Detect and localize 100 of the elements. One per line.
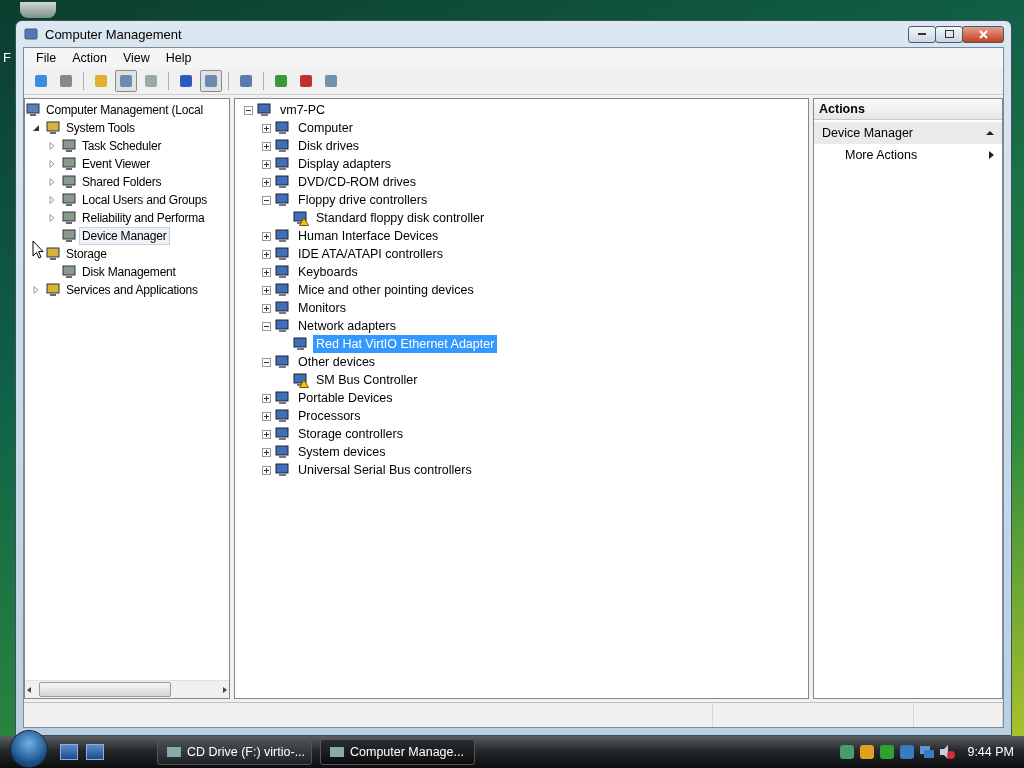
device-item[interactable]: Portable Devices	[295, 389, 396, 407]
expand-icon[interactable]	[261, 123, 271, 133]
tree-item[interactable]: Task Scheduler	[79, 137, 165, 155]
toolbar-icon	[298, 73, 314, 89]
expand-icon[interactable]	[261, 447, 271, 457]
expand-icon[interactable]	[261, 177, 271, 187]
collapse-icon[interactable]	[261, 357, 271, 367]
maximize-icon	[944, 30, 954, 38]
actions-header: Actions	[814, 99, 1002, 120]
collapsed-arrow-icon[interactable]	[48, 160, 56, 168]
collapse-icon[interactable]	[261, 195, 271, 205]
device-item[interactable]: Keyboards	[295, 263, 361, 281]
toolbar-button[interactable]	[115, 70, 137, 92]
toolbar-icon	[143, 73, 159, 89]
menu-item[interactable]: File	[28, 51, 65, 65]
recycle-bin-icon[interactable]	[20, 2, 56, 18]
taskbar-button[interactable]: CD Drive (F:) virtio-...	[157, 739, 312, 765]
expand-icon[interactable]	[261, 465, 271, 475]
device-item[interactable]: SM Bus Controller	[313, 371, 421, 389]
device-item[interactable]: IDE ATA/ATAPI controllers	[295, 245, 446, 263]
tray-icon[interactable]	[839, 744, 856, 760]
tree-item[interactable]: Local Users and Groups	[79, 191, 210, 209]
toolbar-button[interactable]	[200, 70, 222, 92]
tree-item[interactable]: Event Viewer	[79, 155, 154, 173]
collapse-icon[interactable]	[243, 105, 253, 115]
start-button[interactable]	[10, 730, 48, 768]
device-item[interactable]: System devices	[295, 443, 389, 461]
expand-icon[interactable]	[261, 393, 271, 403]
expand-icon[interactable]	[261, 303, 271, 313]
mouse-cursor-icon	[32, 240, 44, 259]
tray-icon[interactable]	[859, 744, 876, 760]
tree-item[interactable]: Storage	[63, 245, 110, 263]
device-item[interactable]: Floppy drive controllers	[295, 191, 431, 209]
minimize-button[interactable]	[908, 25, 936, 43]
toolbar-icon	[238, 73, 254, 89]
toolbar-icon	[93, 73, 109, 89]
device-item[interactable]: Network adapters	[295, 317, 399, 335]
tray-icon[interactable]	[879, 744, 896, 760]
tray-icon[interactable]	[899, 744, 916, 760]
horizontal-scrollbar[interactable]	[25, 680, 229, 698]
expand-icon[interactable]	[261, 411, 271, 421]
device-item[interactable]: Human Interface Devices	[295, 227, 442, 245]
window-title: Computer Management	[45, 26, 182, 42]
tree-item[interactable]: Shared Folders	[79, 173, 165, 191]
collapsed-arrow-icon[interactable]	[48, 142, 56, 150]
close-icon	[978, 29, 988, 39]
expand-icon[interactable]	[261, 429, 271, 439]
scroll-right-icon[interactable]	[221, 685, 229, 694]
tree-item[interactable]: Services and Applications	[63, 281, 201, 299]
collapsed-arrow-icon[interactable]	[32, 286, 40, 294]
show-desktop-icon[interactable]	[60, 744, 78, 760]
device-item[interactable]: vm7-PC	[277, 101, 329, 119]
device-item[interactable]: Monitors	[295, 299, 349, 317]
tree-item[interactable]: Device Manager	[79, 227, 170, 245]
actions-section[interactable]: Device Manager	[814, 122, 1002, 144]
tree-item[interactable]: System Tools	[63, 119, 138, 137]
tree-item[interactable]: Computer Management (Local	[43, 101, 206, 119]
device-item[interactable]: Disk drives	[295, 137, 363, 155]
expand-icon[interactable]	[261, 141, 271, 151]
collapsed-arrow-icon[interactable]	[48, 178, 56, 186]
scroll-left-icon[interactable]	[25, 685, 33, 694]
maximize-button[interactable]	[935, 25, 963, 43]
device-item[interactable]: Universal Serial Bus controllers	[295, 461, 475, 479]
menu-item[interactable]: Help	[157, 51, 200, 65]
tree-item[interactable]: Reliability and Performa	[79, 209, 208, 227]
collapsed-arrow-icon[interactable]	[48, 196, 56, 204]
toolbar-icon	[203, 73, 219, 89]
toolbar-icon	[118, 73, 134, 89]
device-item[interactable]: DVD/CD-ROM drives	[295, 173, 420, 191]
expand-icon[interactable]	[261, 285, 271, 295]
expand-icon[interactable]	[261, 159, 271, 169]
window-icon	[166, 744, 182, 760]
switch-windows-icon[interactable]	[86, 744, 104, 760]
collapse-icon[interactable]	[261, 321, 271, 331]
device-item[interactable]: Processors	[295, 407, 364, 425]
menu-item[interactable]: Action	[64, 51, 115, 65]
toolbar-icon	[33, 73, 49, 89]
collapse-arrow-icon[interactable]	[986, 130, 994, 136]
taskbar-button[interactable]: Computer Manage...	[320, 739, 475, 765]
expand-icon[interactable]	[261, 267, 271, 277]
device-item[interactable]: Standard floppy disk controller	[313, 209, 488, 227]
muted-speaker-icon[interactable]	[939, 744, 956, 760]
menu-item[interactable]: View	[114, 51, 158, 65]
collapsed-arrow-icon[interactable]	[48, 214, 56, 222]
toolbar-icon	[58, 73, 74, 89]
expand-icon[interactable]	[261, 231, 271, 241]
device-item[interactable]: Storage controllers	[295, 425, 406, 443]
action-item[interactable]: More Actions	[814, 144, 1002, 166]
expand-icon[interactable]	[261, 249, 271, 259]
window-icon	[329, 744, 345, 760]
tree-item[interactable]: Disk Management	[79, 263, 179, 281]
network-icon[interactable]	[919, 744, 936, 760]
submenu-arrow-icon	[989, 151, 994, 159]
device-item[interactable]: Computer	[295, 119, 356, 137]
device-item[interactable]: Mice and other pointing devices	[295, 281, 477, 299]
device-item[interactable]: Display adapters	[295, 155, 395, 173]
device-item[interactable]: Other devices	[295, 353, 379, 371]
toolbar-icon	[323, 73, 339, 89]
expanded-arrow-icon[interactable]	[32, 124, 40, 132]
close-button[interactable]	[962, 25, 1004, 43]
